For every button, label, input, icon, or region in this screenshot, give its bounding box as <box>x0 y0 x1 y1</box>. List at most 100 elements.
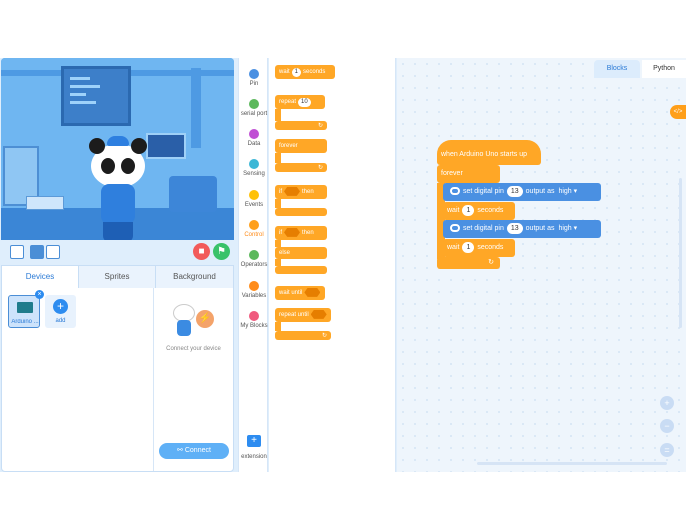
category-pin[interactable]: Pin <box>239 65 269 95</box>
stage-keyboard <box>26 196 64 210</box>
panda-sprite[interactable] <box>89 136 149 240</box>
wait-block-1[interactable]: wait 1 seconds <box>443 202 515 220</box>
small-stage-icon[interactable] <box>30 245 44 259</box>
tab-blocks[interactable]: Blocks <box>594 60 640 78</box>
category-label: serial port <box>240 111 268 117</box>
when-starts-up-hat-block[interactable]: when Arduino Uno starts up <box>437 140 541 165</box>
stage-toolbar: ■ ⚑ <box>1 240 234 265</box>
extension-label: extension <box>241 454 267 460</box>
block-text: set digital pin <box>463 188 504 195</box>
block-input[interactable]: 10 <box>298 98 311 107</box>
palette-if-else-block[interactable]: if then <box>275 226 327 240</box>
category-my-blocks[interactable]: My Blocks <box>239 307 269 337</box>
tab-python[interactable]: Python <box>642 60 686 78</box>
connect-button[interactable]: ⚯ Connect <box>159 443 229 459</box>
forever-foot: ↻ <box>437 257 500 269</box>
stage-machine <box>169 176 217 212</box>
block-text: forever <box>441 170 463 177</box>
run-button[interactable]: ⚑ <box>213 243 230 260</box>
block-text: forever <box>279 143 298 149</box>
my-blocks-dot-icon <box>249 311 259 321</box>
link-icon: ⚯ <box>177 447 185 454</box>
category-serial-port[interactable]: serial port <box>239 95 269 125</box>
block-input[interactable]: 1 <box>291 68 302 77</box>
plus-icon: + <box>53 299 68 314</box>
wait-block-2[interactable]: wait 1 seconds <box>443 239 515 257</box>
block-text: then <box>302 189 314 195</box>
palette-if-then-block[interactable]: if then <box>275 185 327 199</box>
code-panel-toggle[interactable]: </> <box>670 105 686 119</box>
palette-repeat-block[interactable]: repeat 10 <box>275 95 325 109</box>
category-label: Data <box>247 141 261 147</box>
stage-monitor <box>146 133 186 159</box>
tab-background[interactable]: Background <box>156 266 233 288</box>
condition-slot[interactable] <box>284 227 300 237</box>
device-selected-badge: × <box>35 290 44 299</box>
stop-button[interactable]: ■ <box>193 243 210 260</box>
category-variables[interactable]: Variables <box>239 277 269 307</box>
level-dropdown[interactable]: high ▾ <box>558 220 577 238</box>
operators-dot-icon <box>249 250 259 260</box>
panda-illustration: ⚡ <box>170 304 214 340</box>
level-dropdown[interactable]: high ▾ <box>558 183 577 201</box>
block-text: output as <box>525 225 555 232</box>
c-block-arm <box>275 199 281 208</box>
add-device-button[interactable]: + add <box>45 295 76 328</box>
forever-block[interactable]: forever <box>437 165 500 183</box>
category-label: Events <box>244 202 264 208</box>
category-label: Pin <box>249 81 259 87</box>
block-text: if <box>279 230 282 236</box>
palette-forever-block[interactable]: forever <box>275 139 327 153</box>
category-operators[interactable]: Operators <box>239 246 269 276</box>
palette-wait-block[interactable]: wait 1 seconds <box>275 65 335 79</box>
extension-button[interactable]: + extension <box>239 430 269 472</box>
palette-wait-until-block[interactable]: wait until <box>275 286 325 300</box>
fullscreen-icon[interactable] <box>10 245 24 259</box>
block-text: output as <box>525 188 555 195</box>
serial-dot-icon <box>249 99 259 109</box>
block-palette: wait 1 seconds repeat 10 ↻ forever ↻ if then… <box>269 58 396 472</box>
block-text: wait until <box>279 290 303 296</box>
data-dot-icon <box>249 129 259 139</box>
caret-down-icon: ▾ <box>573 225 578 232</box>
pin-dot-icon <box>249 69 259 79</box>
block-text: seconds <box>303 69 326 75</box>
set-digital-pin-block-2[interactable]: set digital pin 13 output as high ▾ <box>443 220 601 238</box>
device-card-arduino[interactable]: Arduino ... <box>8 295 40 328</box>
pin-input[interactable]: 13 <box>506 186 523 197</box>
condition-slot[interactable] <box>304 287 321 297</box>
block-categories: Pin serial port Data Sensing Events Cont… <box>238 58 268 472</box>
wait-input[interactable]: 1 <box>462 242 475 253</box>
dropdown-value: high <box>558 225 572 232</box>
set-digital-pin-block-1[interactable]: set digital pin 13 output as high ▾ <box>443 183 601 201</box>
zoom-out-button[interactable]: − <box>660 419 674 433</box>
stage-canvas[interactable] <box>1 58 234 240</box>
sensing-dot-icon <box>249 159 259 169</box>
block-text: if <box>279 189 282 195</box>
vertical-scrollbar[interactable] <box>679 178 682 328</box>
large-stage-icon[interactable] <box>46 245 60 259</box>
tab-sprites[interactable]: Sprites <box>79 266 156 288</box>
palette-repeat-until-block[interactable]: repeat until <box>275 308 331 322</box>
horizontal-scrollbar[interactable] <box>477 462 667 465</box>
zoom-reset-button[interactable]: = <box>660 443 674 457</box>
category-events[interactable]: Events <box>239 186 269 216</box>
block-text: seconds <box>477 244 504 251</box>
zoom-in-button[interactable]: + <box>660 396 674 410</box>
wait-input[interactable]: 1 <box>462 205 475 216</box>
condition-slot[interactable] <box>310 309 327 319</box>
category-label: Variables <box>241 293 267 299</box>
pin-input[interactable]: 13 <box>506 223 523 234</box>
category-data[interactable]: Data <box>239 125 269 155</box>
condition-slot[interactable] <box>284 186 300 196</box>
variables-dot-icon <box>249 281 259 291</box>
tab-devices[interactable]: Devices <box>2 266 79 288</box>
script-workspace[interactable]: Blocks Python </> when Arduino Uno start… <box>397 58 686 472</box>
block-text: set digital pin <box>463 225 504 232</box>
category-control[interactable]: Control <box>239 216 269 246</box>
device-tabs: Devices Sprites Background <box>2 266 233 288</box>
block-text: wait <box>447 244 460 251</box>
block-text: wait <box>279 69 290 75</box>
c-block-arm <box>275 240 281 247</box>
category-sensing[interactable]: Sensing <box>239 155 269 185</box>
